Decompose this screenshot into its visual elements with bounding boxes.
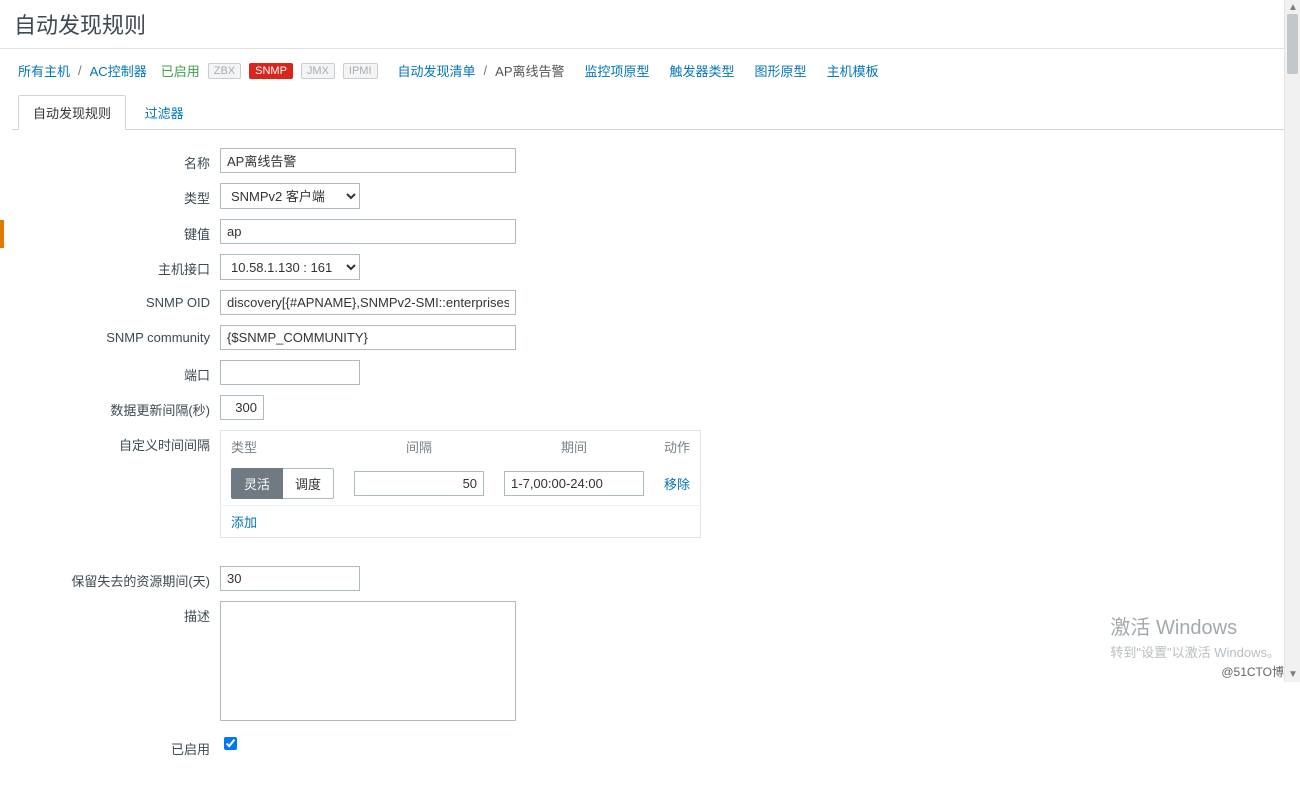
breadcrumb-current: AP离线告警 [495, 61, 564, 80]
interval-value-input[interactable] [354, 471, 484, 496]
interval-row: 灵活 调度 移除 [221, 462, 701, 506]
label-enabled: 已启用 [20, 734, 220, 758]
type-select[interactable]: SNMPv2 客户端 [220, 183, 360, 209]
label-custom-int: 自定义时间间隔 [20, 430, 220, 454]
page-title: 自动发现规则 [14, 8, 1286, 40]
badge-snmp: SNMP [249, 63, 293, 79]
badge-ipmi: IPMI [343, 63, 378, 79]
update-int-input[interactable] [220, 395, 264, 420]
key-input[interactable] [220, 219, 516, 244]
tab-rule[interactable]: 自动发现规则 [18, 95, 126, 130]
form: 名称 类型 SNMPv2 客户端 键值 主机接口 10.58.1.130 : 1… [0, 130, 1300, 786]
scroll-down-icon[interactable]: ▼ [1288, 669, 1298, 680]
badge-zbx: ZBX [208, 63, 241, 79]
name-input[interactable] [220, 148, 516, 173]
tab-filter[interactable]: 过滤器 [130, 95, 199, 130]
interval-add-row: 添加 [221, 506, 701, 538]
badge-jmx: JMX [301, 63, 335, 79]
left-accent [0, 220, 4, 248]
label-keep-lost: 保留失去的资源期间(天) [20, 566, 220, 590]
seg-group: 灵活 调度 [231, 468, 334, 499]
tabs: 自动发现规则 过滤器 [12, 94, 1288, 130]
link-graph-proto[interactable]: 图形原型 [755, 61, 807, 80]
windows-watermark: 激活 Windows 转到"设置"以激活 Windows。 [1110, 613, 1280, 663]
scroll-thumb[interactable] [1287, 14, 1298, 74]
label-snmp-oid: SNMP OID [20, 290, 220, 310]
breadcrumb-discovery-list[interactable]: 自动发现清单 [398, 61, 476, 80]
sep: / [484, 63, 488, 78]
page-header: 自动发现规则 [0, 0, 1300, 49]
watermark-sub: 转到"设置"以激活 Windows。 [1110, 643, 1280, 663]
scroll-up-icon[interactable]: ▲ [1288, 2, 1298, 13]
seg-sched[interactable]: 调度 [283, 468, 334, 499]
link-item-proto[interactable]: 监控项原型 [585, 61, 650, 80]
label-desc: 描述 [20, 601, 220, 625]
label-port: 端口 [20, 360, 220, 384]
watermark-title: 激活 Windows [1110, 613, 1280, 643]
snmp-oid-input[interactable] [220, 290, 516, 315]
snmp-comm-input[interactable] [220, 325, 516, 350]
port-input[interactable] [220, 360, 360, 385]
interval-period-input[interactable] [504, 471, 644, 496]
enabled-status: 已启用 [161, 61, 200, 80]
label-host-if: 主机接口 [20, 254, 220, 278]
breadcrumb-ac-controller[interactable]: AC控制器 [90, 61, 147, 80]
breadcrumb-all-hosts[interactable]: 所有主机 [18, 61, 70, 80]
link-trigger-proto[interactable]: 触发器类型 [670, 61, 735, 80]
label-snmp-comm: SNMP community [20, 325, 220, 345]
label-key: 键值 [20, 219, 220, 243]
label-update-int: 数据更新间隔(秒) [20, 395, 220, 419]
ih-period: 期间 [494, 431, 654, 463]
interval-remove-link[interactable]: 移除 [664, 477, 690, 492]
interval-table: 类型 间隔 期间 动作 灵活 调度 移除 [220, 430, 701, 538]
ih-interval: 间隔 [344, 431, 494, 463]
scrollbar[interactable]: ▲ ▼ [1284, 0, 1300, 682]
host-if-select[interactable]: 10.58.1.130 : 161 [220, 254, 360, 280]
label-name: 名称 [20, 148, 220, 172]
keep-lost-input[interactable] [220, 566, 360, 591]
ih-action: 动作 [654, 431, 701, 463]
desc-textarea[interactable] [220, 601, 516, 721]
ih-type: 类型 [221, 431, 345, 463]
label-type: 类型 [20, 183, 220, 207]
link-host-proto[interactable]: 主机模板 [827, 61, 879, 80]
seg-flex[interactable]: 灵活 [231, 468, 283, 499]
sep: / [78, 63, 82, 78]
enabled-checkbox[interactable] [224, 737, 237, 750]
breadcrumb-toolbar: 所有主机 / AC控制器 已启用 ZBX SNMP JMX IPMI 自动发现清… [0, 49, 1300, 86]
interval-add-link[interactable]: 添加 [231, 515, 257, 530]
